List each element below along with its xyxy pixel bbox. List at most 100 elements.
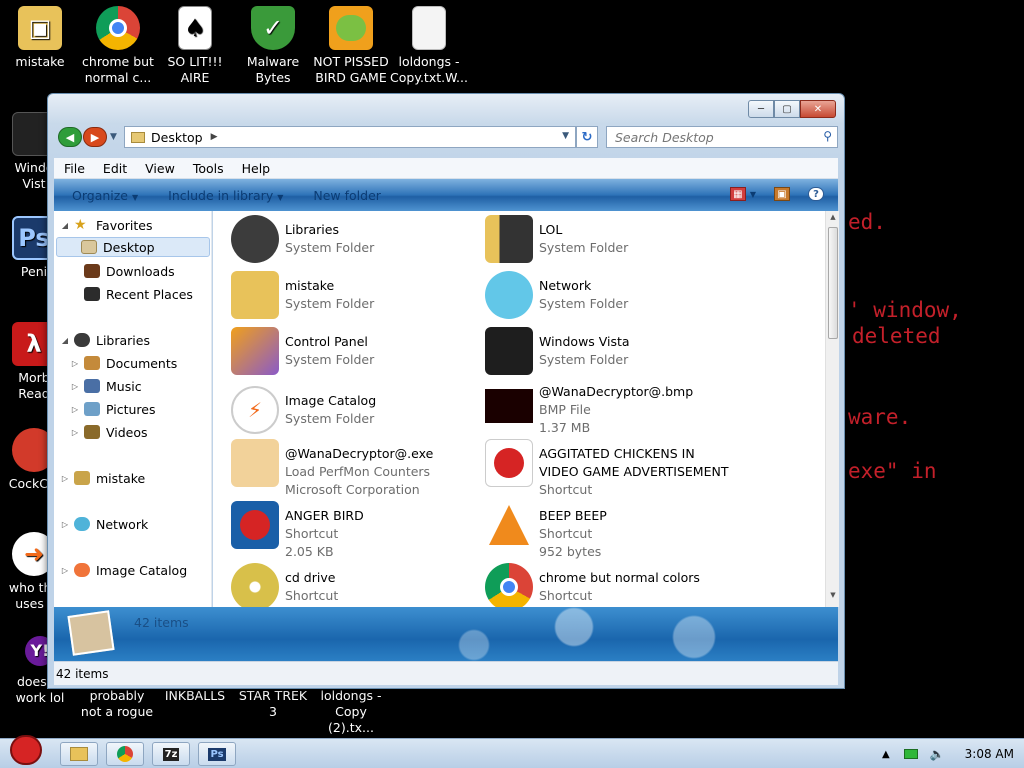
- taskbar: 7z Ps ▲ 🔈 3:08 AM: [0, 735, 1024, 768]
- clock[interactable]: 3:08 AM: [965, 747, 1014, 761]
- chevron-down-icon[interactable]: ▼: [750, 190, 756, 199]
- search-icon[interactable]: ⚲: [823, 129, 832, 143]
- file-item-windows-vista[interactable]: Windows Vista System Folder: [485, 327, 735, 379]
- desktop-icon-malwarebytes[interactable]: ✓ Malware Bytes: [233, 6, 313, 86]
- desktop-folder-icon: [81, 240, 97, 254]
- nav-item-recent-places[interactable]: Recent Places: [60, 284, 193, 304]
- file-item-mistake[interactable]: mistake System Folder: [231, 271, 481, 323]
- show-hidden-icons-icon[interactable]: ▲: [882, 749, 890, 760]
- desktop-label-probably[interactable]: probably not a rogue: [77, 688, 157, 720]
- file-item-cd-drive[interactable]: cd drive Shortcut: [231, 563, 481, 607]
- help-icon[interactable]: ?: [808, 187, 824, 201]
- desktop-icon-mistake[interactable]: ▣ mistake: [0, 6, 80, 70]
- task-explorer[interactable]: [60, 742, 98, 766]
- preview-pane-icon[interactable]: ▣: [774, 187, 790, 201]
- menu-help[interactable]: Help: [242, 161, 271, 176]
- refresh-button[interactable]: ↻: [576, 126, 598, 148]
- file-item-wanadecryptor-exe[interactable]: @WanaDecryptor@.exe Load PerfMon Counters…: [231, 439, 481, 497]
- nav-item-favorites[interactable]: ◢ ★ Favorites: [60, 215, 153, 235]
- organize-button[interactable]: Organize ▼: [72, 188, 138, 203]
- close-button[interactable]: ✕: [800, 100, 836, 118]
- desktop-icon-bird-game[interactable]: NOT PISSED BIRD GAME: [311, 6, 391, 86]
- desktop-label-inkballs[interactable]: INKBALLS: [155, 688, 235, 704]
- desktop-icon-loldongs[interactable]: loldongs - Copy.txt.W...: [389, 6, 469, 86]
- window-controls: ─ ▢ ✕: [748, 100, 836, 118]
- back-button[interactable]: ◀: [58, 127, 82, 147]
- minimize-button[interactable]: ─: [748, 100, 774, 118]
- vista-bin-icon: [485, 327, 533, 375]
- task-chrome[interactable]: [106, 742, 144, 766]
- nav-item-music[interactable]: ▷ Music: [70, 376, 142, 396]
- star-icon: ★: [74, 217, 87, 233]
- maximize-button[interactable]: ▢: [774, 100, 800, 118]
- desktop-icon-solitaire[interactable]: ♠ SO LIT!!! AIRE: [155, 6, 235, 86]
- file-item-chrome[interactable]: chrome but normal colors Shortcut: [485, 563, 735, 607]
- desktop-label-star-trek[interactable]: STAR TREK 3: [233, 688, 313, 720]
- nav-item-image-catalog[interactable]: ▷ Image Catalog: [60, 560, 187, 580]
- nav-item-libraries[interactable]: ◢ Libraries: [60, 330, 150, 350]
- expand-open-icon[interactable]: ◢: [60, 221, 70, 230]
- nav-item-downloads[interactable]: Downloads: [60, 261, 175, 281]
- file-item-aggitated-chickens[interactable]: AGGITATED CHICKENS IN VIDEO GAME ADVERTIS…: [485, 439, 785, 497]
- volume-icon[interactable]: 🔈: [930, 747, 945, 761]
- nav-item-documents[interactable]: ▷ Documents: [70, 353, 177, 373]
- chrome-icon: [485, 563, 533, 607]
- menu-file[interactable]: File: [64, 161, 85, 176]
- forward-button[interactable]: ▶: [83, 127, 107, 147]
- expand-closed-icon[interactable]: ▷: [60, 566, 70, 575]
- status-item-count: 42 items: [56, 666, 109, 681]
- details-item-count: 42 items: [134, 615, 189, 630]
- file-item-wanadecryptor-bmp[interactable]: @WanaDecryptor@.bmp BMP File 1.37 MB: [485, 377, 735, 435]
- pictures-icon: [84, 402, 100, 416]
- expand-closed-icon[interactable]: ▷: [70, 382, 80, 391]
- recent-pages-dropdown[interactable]: ▼: [110, 132, 117, 142]
- file-item-libraries[interactable]: Libraries System Folder: [231, 215, 481, 267]
- task-7zip[interactable]: 7z: [152, 742, 190, 766]
- new-folder-button[interactable]: New folder: [313, 188, 381, 203]
- scroll-down-icon[interactable]: ▼: [826, 591, 840, 605]
- file-item-network[interactable]: Network System Folder: [485, 271, 735, 323]
- menu-edit[interactable]: Edit: [103, 161, 127, 176]
- address-dropdown-icon[interactable]: ▼: [562, 131, 569, 141]
- cd-drive-icon: [231, 563, 279, 607]
- scroll-up-icon[interactable]: ▲: [826, 213, 840, 227]
- shield-check-icon: ✓: [251, 6, 295, 50]
- scroll-thumb[interactable]: [828, 227, 838, 339]
- navigation-row: ◀ ▶ ▼ Desktop ▶ ▼ ↻ ⚲: [58, 126, 838, 150]
- expand-closed-icon[interactable]: ▷: [60, 520, 70, 529]
- file-item-anger-bird[interactable]: ANGER BIRD Shortcut 2.05 KB: [231, 501, 481, 559]
- nav-item-desktop[interactable]: Desktop: [56, 237, 210, 257]
- change-view-icon[interactable]: ▦: [729, 187, 746, 201]
- seven-zip-icon: 7z: [162, 747, 180, 761]
- expand-closed-icon[interactable]: ▷: [70, 405, 80, 414]
- start-button[interactable]: [2, 731, 50, 768]
- search-input[interactable]: [606, 126, 838, 148]
- file-item-control-panel[interactable]: Control Panel System Folder: [231, 327, 481, 379]
- nav-item-mistake[interactable]: ▷ mistake: [60, 468, 145, 488]
- desktop-label-loldongs-2[interactable]: loldongs - Copy (2).tx...: [311, 688, 391, 736]
- address-text: Desktop: [151, 129, 203, 145]
- file-item-beep-beep[interactable]: BEEP BEEP Shortcut 952 bytes: [485, 501, 735, 559]
- task-photoshop[interactable]: Ps: [198, 742, 236, 766]
- address-bar[interactable]: Desktop ▶ ▼: [124, 126, 576, 148]
- expand-closed-icon[interactable]: ▷: [70, 359, 80, 368]
- file-item-lol[interactable]: LOL System Folder: [485, 215, 735, 267]
- nav-item-pictures[interactable]: ▷ Pictures: [70, 399, 156, 419]
- expand-closed-icon[interactable]: ▷: [70, 428, 80, 437]
- nav-item-videos[interactable]: ▷ Videos: [70, 422, 148, 442]
- breadcrumb-chevron-icon[interactable]: ▶: [211, 132, 218, 142]
- file-item-image-catalog[interactable]: ⚡ Image Catalog System Folder: [231, 386, 481, 438]
- include-in-library-button[interactable]: Include in library ▼: [168, 188, 283, 203]
- expand-closed-icon[interactable]: ▷: [60, 474, 70, 483]
- handshake-icon: [231, 439, 279, 487]
- menu-view[interactable]: View: [145, 161, 175, 176]
- file-list: Libraries System Folder LOL System Folder …: [213, 211, 825, 607]
- console-text: ed.: [848, 210, 886, 234]
- battery-icon[interactable]: [903, 749, 918, 759]
- expand-open-icon[interactable]: ◢: [60, 336, 70, 345]
- desktop-icon-chrome[interactable]: chrome but normal c...: [78, 6, 158, 86]
- menu-tools[interactable]: Tools: [193, 161, 224, 176]
- nav-item-network[interactable]: ▷ Network: [60, 514, 148, 534]
- console-text: exe" in: [848, 459, 937, 483]
- vertical-scrollbar[interactable]: ▲ ▼: [825, 211, 839, 607]
